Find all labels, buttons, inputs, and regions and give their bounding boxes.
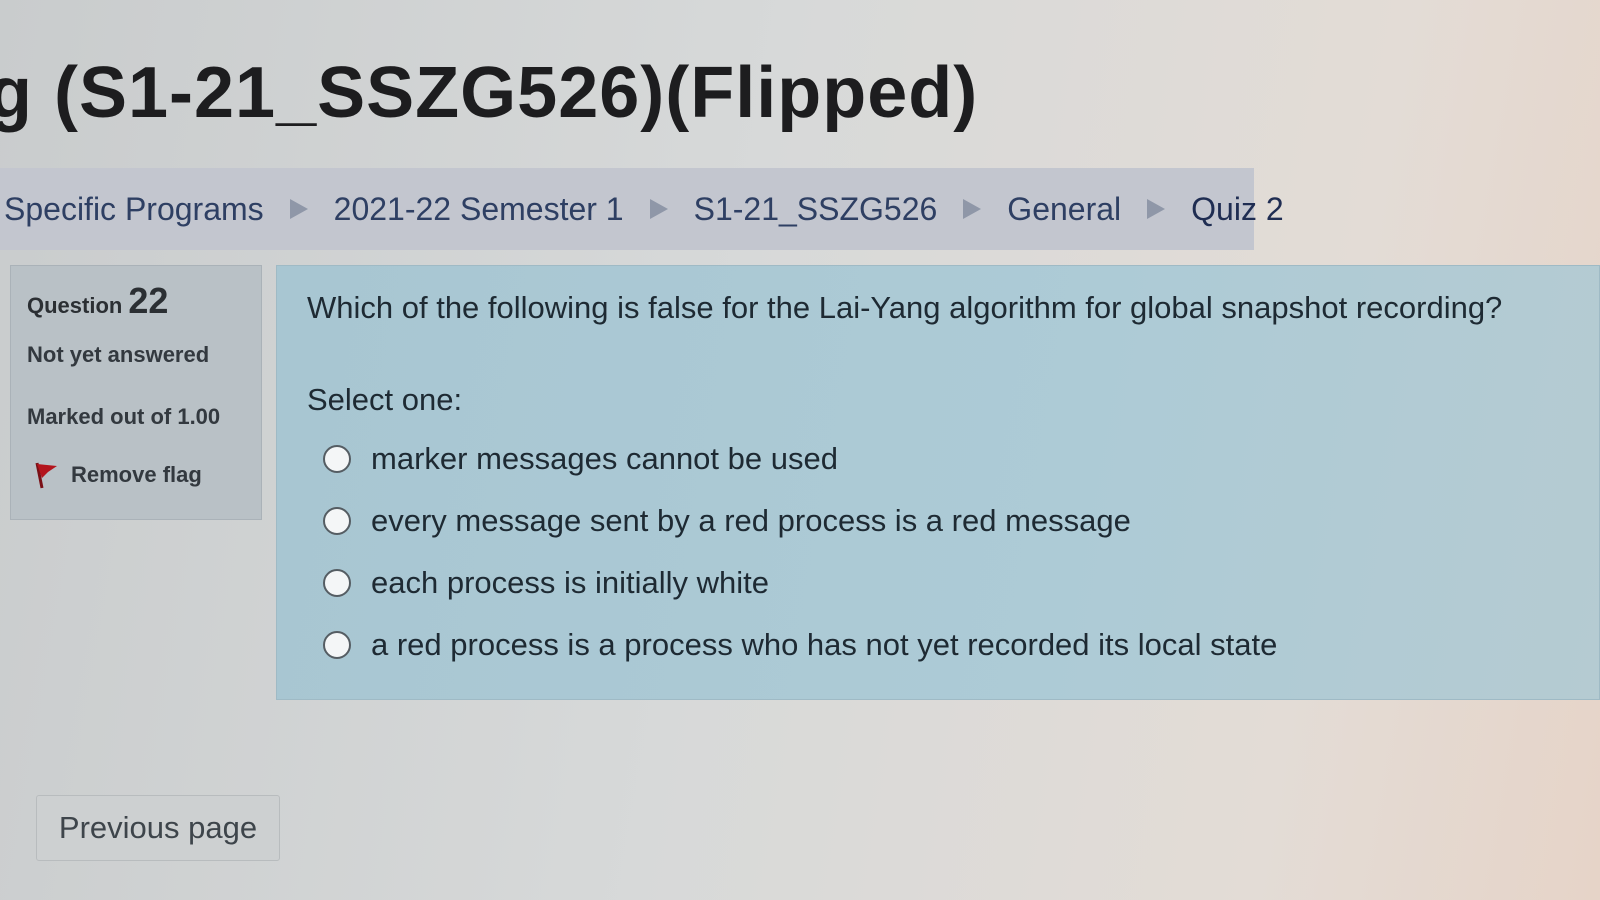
breadcrumb-separator-icon <box>289 199 308 219</box>
radio-button[interactable] <box>323 507 351 535</box>
answer-option-label: marker messages cannot be used <box>371 441 838 476</box>
radio-button[interactable] <box>323 445 351 473</box>
breadcrumb-separator-icon <box>649 199 668 219</box>
question-number-value: 22 <box>128 280 169 321</box>
question-grade: Marked out of 1.00 <box>27 404 221 429</box>
radio-button[interactable] <box>323 569 351 597</box>
answer-option-c[interactable]: each process is initially white <box>323 552 1277 614</box>
question-text: Which of the following is false for the … <box>307 290 1503 325</box>
radio-button[interactable] <box>323 631 351 659</box>
breadcrumb-item-quiz[interactable]: Quiz 2 <box>1191 191 1283 228</box>
breadcrumb-separator-icon <box>1147 199 1166 219</box>
answer-option-d[interactable]: a red process is a process who has not y… <box>323 614 1277 676</box>
answer-option-label: each process is initially white <box>371 565 770 600</box>
question-label: Question <box>27 293 123 318</box>
answer-option-label: every message sent by a red process is a… <box>371 503 1131 538</box>
question-info-panel: Question 22 Not yet answered Marked out o… <box>10 265 262 520</box>
answer-option-label: a red process is a process who has not y… <box>371 627 1278 662</box>
breadcrumb-item-course[interactable]: S1-21_SSZG526 <box>694 191 938 228</box>
page-title: g (S1-21_SSZG526)(Flipped) <box>0 53 979 133</box>
previous-page-button[interactable]: Previous page <box>36 795 280 861</box>
remove-flag-label: Remove flag <box>71 462 202 487</box>
answer-options: marker messages cannot be used every mes… <box>323 428 1277 676</box>
question-state: Not yet answered <box>27 342 210 367</box>
breadcrumb-separator-icon <box>963 199 982 219</box>
remove-flag-button[interactable]: Remove flag <box>33 461 202 489</box>
breadcrumb-item-semester[interactable]: 2021-22 Semester 1 <box>334 191 624 228</box>
question-content: Which of the following is false for the … <box>276 265 1600 700</box>
answer-option-a[interactable]: marker messages cannot be used <box>323 428 1277 490</box>
question-number: Question 22 <box>27 280 168 322</box>
breadcrumb-item-general[interactable]: General <box>1007 191 1121 228</box>
answer-option-b[interactable]: every message sent by a red process is a… <box>323 490 1277 552</box>
select-one-prompt: Select one: <box>307 382 463 417</box>
flag-icon <box>35 462 57 489</box>
breadcrumb: Specific Programs 2021-22 Semester 1 S1-… <box>0 168 1284 250</box>
breadcrumb-item-specific-programs[interactable]: Specific Programs <box>4 191 264 228</box>
